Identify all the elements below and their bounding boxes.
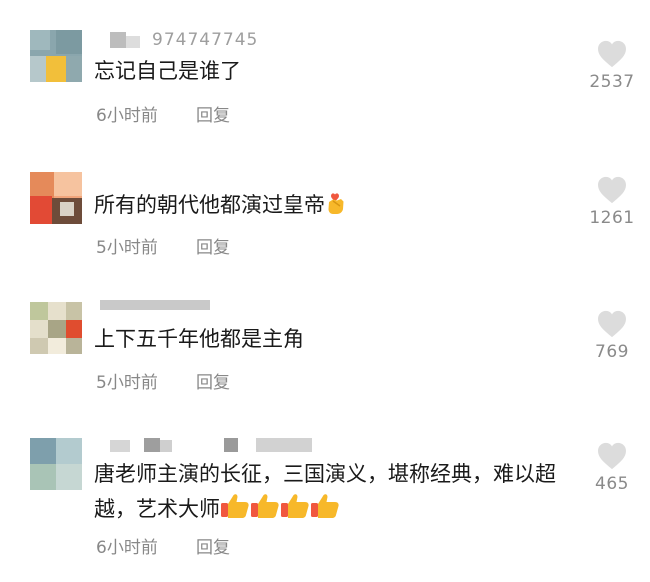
avatar[interactable] [30, 30, 82, 82]
emoji-group [220, 494, 340, 521]
like-widget: 2537 [584, 40, 640, 92]
thumbs-up-emoji [221, 494, 249, 518]
comment-list: 974747745 忘记自己是谁了 6小时前 回复 2537 所有的朝代他都演过皇… [0, 0, 650, 582]
reply-button[interactable]: 回复 [196, 373, 230, 393]
comment-time: 5小时前 [96, 373, 158, 393]
heart-icon[interactable] [597, 40, 627, 68]
comment-text: 上下五千年他都是主角 [94, 323, 594, 356]
thumbs-up-emoji [281, 494, 309, 518]
reply-button[interactable]: 回复 [196, 106, 230, 126]
avatar[interactable] [30, 438, 82, 490]
like-count: 769 [595, 342, 629, 362]
comment-time: 6小时前 [96, 538, 158, 558]
comment-meta: 5小时前 回复 [96, 368, 230, 393]
comment-text-content: 所有的朝代他都演过皇帝 [94, 193, 325, 217]
username-mosaic [126, 36, 140, 48]
like-widget: 465 [584, 442, 640, 494]
like-count: 1261 [589, 208, 635, 228]
comment-meta: 5小时前 回复 [96, 233, 230, 258]
username-mosaic [100, 300, 210, 310]
like-count: 465 [595, 474, 629, 494]
heart-icon[interactable] [597, 176, 627, 204]
username-mosaic [160, 440, 172, 452]
reply-button[interactable]: 回复 [196, 238, 230, 258]
like-count: 2537 [589, 72, 635, 92]
thumbs-up-emoji [311, 494, 339, 518]
thumbs-up-emoji [251, 494, 279, 518]
like-widget: 769 [584, 310, 640, 362]
heart-icon[interactable] [597, 310, 627, 338]
comment-meta: 6小时前 回复 [96, 533, 230, 558]
comment-text: 忘记自己是谁了 [94, 55, 594, 88]
comment-item: 上下五千年他都是主角 5小时前 回复 769 [0, 272, 650, 410]
comment-item: 974747745 忘记自己是谁了 6小时前 回复 2537 [0, 0, 650, 140]
username-mosaic [144, 438, 160, 452]
finger-heart-emoji [328, 193, 344, 214]
comment-item: 所有的朝代他都演过皇帝 5小时前 回复 1261 [0, 140, 650, 272]
like-widget: 1261 [584, 176, 640, 228]
comment-meta: 6小时前 回复 [96, 101, 230, 126]
username-mosaic [110, 440, 130, 452]
comment-username[interactable]: 974747745 [100, 30, 300, 52]
comment-text: 所有的朝代他都演过皇帝 [94, 189, 594, 222]
comment-text: 唐老师主演的长征，三国演义，堪称经典，难以超越，艺术大师 [94, 458, 574, 526]
username-mosaic [110, 32, 126, 48]
heart-icon[interactable] [597, 442, 627, 470]
username-mosaic [256, 438, 312, 452]
avatar[interactable] [30, 302, 82, 354]
reply-button[interactable]: 回复 [196, 538, 230, 558]
comment-username[interactable] [100, 438, 320, 460]
comment-text-content: 上下五千年他都是主角 [94, 327, 304, 351]
avatar[interactable] [30, 172, 82, 224]
username-mosaic [224, 438, 238, 452]
username-text: 974747745 [152, 30, 259, 50]
comment-text-content: 忘记自己是谁了 [94, 59, 241, 83]
comment-username[interactable] [100, 300, 210, 322]
comment-time: 5小时前 [96, 238, 158, 258]
comment-item: 唐老师主演的长征，三国演义，堪称经典，难以超越，艺术大师 6小时前 回复 465 [0, 410, 650, 582]
comment-time: 6小时前 [96, 106, 158, 126]
